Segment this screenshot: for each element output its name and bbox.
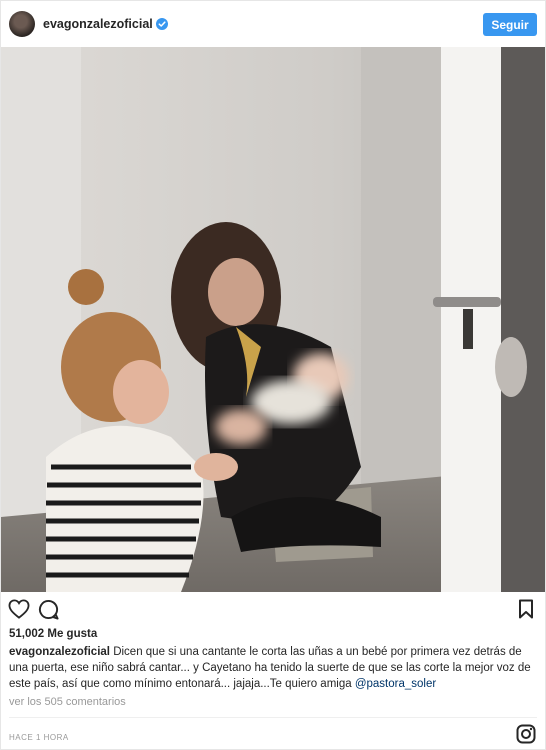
comment-bubble-icon[interactable]	[38, 599, 59, 620]
verified-badge-icon	[155, 18, 168, 30]
avatar[interactable]	[9, 11, 35, 37]
bookmark-icon[interactable]	[518, 599, 534, 619]
caption-username[interactable]: evagonzalezoficial	[9, 646, 110, 658]
heart-outline-icon[interactable]	[8, 599, 30, 619]
instagram-logo-icon[interactable]	[516, 724, 536, 744]
likes-count[interactable]: 51,002 Me gusta	[9, 628, 97, 640]
username-link[interactable]: evagonzalezoficial	[43, 17, 153, 31]
follow-button[interactable]: Seguir	[483, 13, 537, 36]
photo-illustration	[1, 47, 545, 592]
post-header: evagonzalezoficial Seguir	[1, 1, 545, 47]
action-bar	[1, 597, 545, 621]
post-photo[interactable]	[1, 47, 545, 592]
instagram-post-card: evagonzalezoficial Seguir 51,002 Me gust…	[0, 0, 546, 750]
caption-mention[interactable]: @pastora_soler	[355, 678, 436, 690]
post-timestamp[interactable]: HACE 1 HORA	[9, 733, 69, 742]
view-comments-link[interactable]: ver los 505 comentarios	[9, 696, 126, 708]
post-caption: evagonzalezoficial Dicen que si una cant…	[9, 644, 537, 692]
username-row: evagonzalezoficial	[43, 17, 168, 31]
divider	[9, 717, 537, 718]
